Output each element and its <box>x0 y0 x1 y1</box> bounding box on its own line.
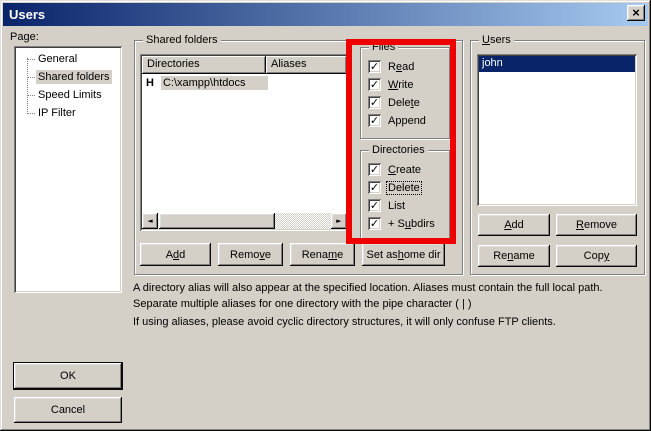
directory-cell: C:\xampp\htdocs <box>161 76 268 90</box>
sidebar-item-shared-folders[interactable]: Shared folders <box>27 68 112 86</box>
listview-header: Directories Aliases <box>142 56 347 74</box>
set-as-home-dir-button[interactable]: Set as home dir <box>362 243 445 266</box>
directories-group-label: Directories <box>369 143 428 157</box>
title-bar: Users <box>3 3 648 26</box>
checkbox-label: Delete <box>387 97 421 109</box>
rename-user-button[interactable]: Rename <box>478 245 550 267</box>
checkbox-box: ✓ <box>368 96 381 109</box>
checkbox-dirs-create[interactable]: ✓ Create <box>368 163 422 176</box>
horizontal-scrollbar[interactable]: ◄ ► <box>142 213 347 229</box>
sidebar-item-label: IP Filter <box>36 106 78 120</box>
alias-note: A directory alias will also appear at th… <box>133 280 635 312</box>
directories-listview: Directories Aliases H C:\xampp\htdocs ◄ … <box>140 54 349 231</box>
checkbox-dirs-delete[interactable]: ✓ Delete <box>368 181 421 194</box>
scroll-left-icon: ◄ <box>147 217 152 225</box>
column-header-directories[interactable]: Directories <box>142 56 266 74</box>
rename-directory-button[interactable]: Rename <box>290 243 355 266</box>
button-label: Cop <box>584 250 604 262</box>
sidebar-item-general[interactable]: General <box>27 50 79 68</box>
checkbox-box: ✓ <box>368 78 381 91</box>
check-icon: ✓ <box>370 115 379 126</box>
users-dialog: Users × Page: General Shared folders Spe… <box>0 0 651 431</box>
checkbox-dirs-subdirs[interactable]: ✓ + Subdirs <box>368 217 436 230</box>
button-label: e <box>265 249 271 261</box>
scrollbar-thumb[interactable] <box>159 213 275 229</box>
checkbox-files-delete[interactable]: ✓ Delete <box>368 96 421 109</box>
button-label: e <box>337 249 343 261</box>
window-title: Users <box>3 7 45 22</box>
sidebar-item-label: Shared folders <box>36 70 112 84</box>
checkbox-label: Create <box>387 164 422 176</box>
button-label: d <box>179 249 185 261</box>
button-label: A <box>166 249 173 261</box>
scroll-right-icon: ► <box>336 217 341 225</box>
copy-user-button[interactable]: Copy <box>556 245 637 267</box>
tree-stub <box>27 113 35 114</box>
checkbox-box: ✓ <box>368 163 381 176</box>
button-label: emove <box>584 219 617 231</box>
checkbox-label: Append <box>387 115 427 127</box>
sidebar-item-label: General <box>36 52 79 66</box>
add-user-button[interactable]: Add <box>478 214 550 236</box>
cyclic-note: If using aliases, please avoid cyclic di… <box>133 314 635 330</box>
close-button[interactable]: × <box>627 5 645 21</box>
checkbox-box: ✓ <box>368 181 381 194</box>
checkbox-label: Read <box>387 61 415 73</box>
button-label: ame <box>513 250 534 262</box>
button-label: R <box>576 219 584 231</box>
sidebar-item-ip-filter[interactable]: IP Filter <box>27 104 78 122</box>
add-directory-button[interactable]: Add <box>140 243 211 266</box>
checkbox-dirs-list[interactable]: ✓ List <box>368 199 406 212</box>
check-icon: ✓ <box>370 218 379 229</box>
sidebar-item-label: Speed Limits <box>36 88 104 102</box>
checkbox-label: + Subdirs <box>387 218 436 230</box>
checkbox-box: ✓ <box>368 114 381 127</box>
sidebar-item-speed-limits[interactable]: Speed Limits <box>27 86 104 104</box>
button-label: Set as <box>367 249 398 261</box>
button-label: Remo <box>230 249 259 261</box>
check-icon: ✓ <box>370 200 379 211</box>
scroll-left-button[interactable]: ◄ <box>142 213 158 229</box>
checkbox-files-append[interactable]: ✓ Append <box>368 114 427 127</box>
button-label: ome dir <box>404 249 441 261</box>
tree-stub <box>27 59 35 60</box>
table-row[interactable]: H C:\xampp\htdocs <box>142 74 347 91</box>
tree-stub <box>27 95 35 96</box>
remove-user-button[interactable]: Remove <box>556 214 637 236</box>
list-item-user[interactable]: john <box>479 56 635 72</box>
users-group-label: Users <box>479 33 514 47</box>
ok-button[interactable]: OK <box>14 363 122 389</box>
button-label: Re <box>493 250 507 262</box>
checkbox-files-read[interactable]: ✓ Read <box>368 60 415 73</box>
checkbox-label: Write <box>387 79 414 91</box>
button-label: dd <box>512 219 524 231</box>
checkbox-label: Delete <box>387 182 421 194</box>
page-label: Page: <box>10 31 39 43</box>
tree-stub <box>27 77 35 78</box>
users-list: john <box>477 54 637 206</box>
check-icon: ✓ <box>370 79 379 90</box>
shared-folders-group-label: Shared folders <box>143 33 221 47</box>
checkbox-box: ✓ <box>368 60 381 73</box>
button-label: A <box>504 219 511 231</box>
checkbox-box: ✓ <box>368 199 381 212</box>
check-icon: ✓ <box>370 182 379 193</box>
home-indicator: H <box>146 77 154 89</box>
scroll-right-button[interactable]: ► <box>331 213 347 229</box>
button-label: m <box>328 249 337 261</box>
check-icon: ✓ <box>370 97 379 108</box>
page-list: General Shared folders Speed Limits IP F… <box>14 46 122 293</box>
button-label: y <box>604 250 610 262</box>
button-label: Rena <box>302 249 328 261</box>
check-icon: ✓ <box>370 61 379 72</box>
remove-directory-button[interactable]: Remove <box>218 243 283 266</box>
checkbox-label: List <box>387 200 406 212</box>
check-icon: ✓ <box>370 164 379 175</box>
checkbox-files-write[interactable]: ✓ Write <box>368 78 414 91</box>
column-header-aliases[interactable]: Aliases <box>266 56 347 74</box>
files-group-label: Files <box>369 40 398 54</box>
cancel-button[interactable]: Cancel <box>14 397 122 423</box>
checkbox-box: ✓ <box>368 217 381 230</box>
close-icon: × <box>632 5 640 20</box>
